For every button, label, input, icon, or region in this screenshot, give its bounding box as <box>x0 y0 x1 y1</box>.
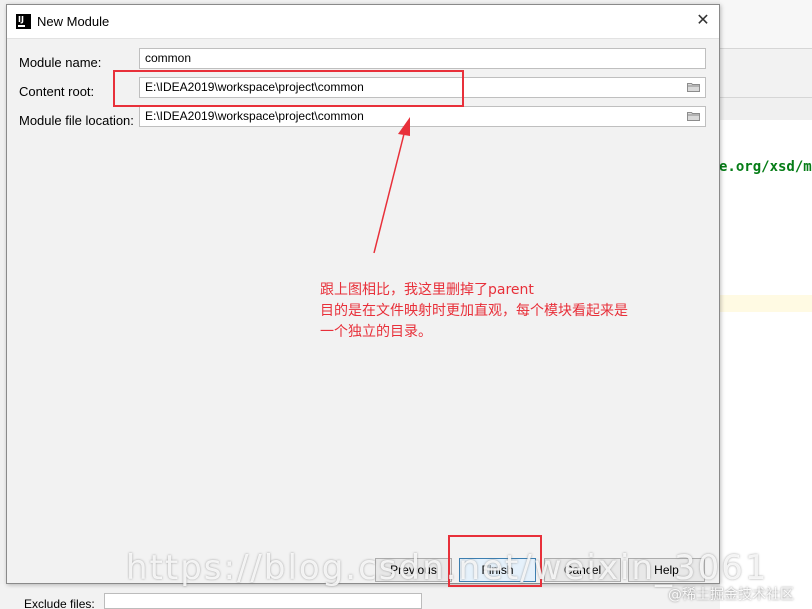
background-editor <box>720 120 812 609</box>
annotation-line: 跟上图相比，我这里删掉了parent <box>320 282 534 298</box>
folder-icon[interactable] <box>687 82 700 92</box>
intellij-idea-icon: IJ <box>16 14 31 29</box>
background-line-highlight <box>719 295 812 312</box>
content-root-label: Content root: <box>19 84 95 99</box>
folder-icon[interactable] <box>687 111 700 121</box>
annotation-text: 跟上图相比，我这里删掉了parent 目的是在文件映射时更加直观，每个模块看起来… <box>320 280 628 343</box>
close-icon[interactable]: ✕ <box>693 11 713 31</box>
background-toolbar <box>720 49 812 97</box>
annotation-line: 目的是在文件映射时更加直观，每个模块看起来是 <box>320 303 628 319</box>
module-name-field[interactable]: common <box>139 48 706 69</box>
background-code-text: e.org/xsd/m <box>719 159 812 175</box>
module-name-label: Module name: <box>19 55 102 70</box>
dialog-title-bar: IJ New Module ✕ <box>7 5 719 38</box>
exclude-files-field[interactable] <box>104 593 422 609</box>
blog-watermark: https://blog.csdn.net/weixin_3061 <box>126 548 769 588</box>
module-file-location-field[interactable]: E:\IDEA2019\workspace\project\common <box>139 106 706 127</box>
site-watermark: @稀土掘金技术社区 <box>668 587 794 603</box>
content-root-highlight-box <box>113 70 464 107</box>
module-file-location-value: E:\IDEA2019\workspace\project\common <box>145 109 364 123</box>
exclude-files-label: Exclude files: <box>24 597 95 609</box>
background-divider <box>720 97 812 98</box>
annotation-line: 一个独立的目录。 <box>320 324 432 340</box>
background-top-panel <box>720 0 812 48</box>
dialog-title: New Module <box>37 14 110 29</box>
module-file-location-label: Module file location: <box>19 113 134 128</box>
